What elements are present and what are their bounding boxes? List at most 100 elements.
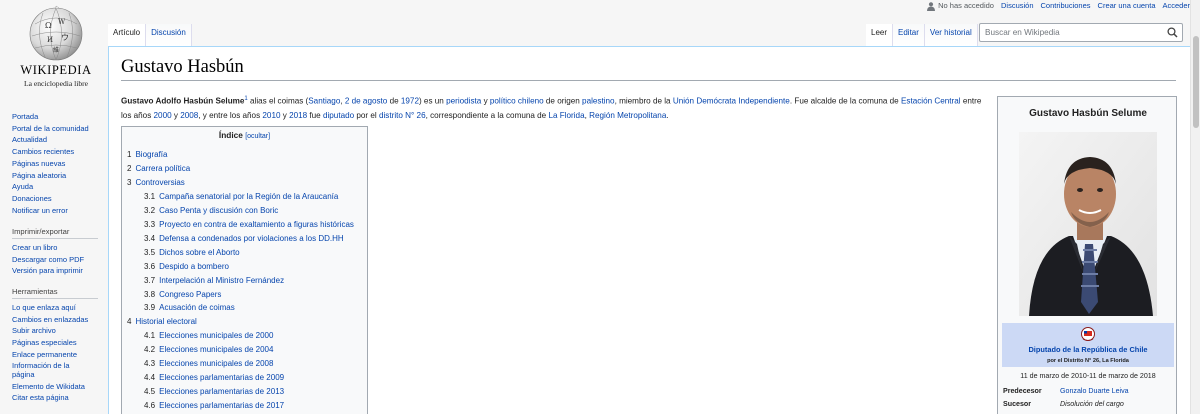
toc-item-link[interactable]: Controversias xyxy=(135,178,184,187)
toc-item-link[interactable]: Elecciones parlamentarias de 2009 xyxy=(159,373,284,382)
toc-item-link[interactable]: Elecciones municipales de 2004 xyxy=(159,345,273,354)
link-estacion-central[interactable]: Estación Central xyxy=(901,97,961,106)
link-la-florida[interactable]: La Florida xyxy=(548,111,584,120)
nav-item-paginas-nuevas[interactable]: Páginas nuevas xyxy=(12,158,108,170)
link-2000[interactable]: 2000 xyxy=(154,111,172,120)
toc-item-link[interactable]: Despido a bombero xyxy=(159,262,229,271)
wikipedia-logo[interactable]: Ω W И ウ 維 WIKIPEDIA La enciclopedia libr… xyxy=(12,2,100,94)
toc-item-link[interactable]: Biografía xyxy=(135,150,167,159)
view-tabs: Leer Editar Ver historial xyxy=(866,24,978,46)
personal-discussion-link[interactable]: Discusión xyxy=(1001,1,1034,11)
link-2010[interactable]: 2010 xyxy=(262,111,280,120)
toc-item-link[interactable]: Dichos sobre el Aborto xyxy=(159,248,240,257)
toc-item[interactable]: 3.4 Defensa a condenados por violaciones … xyxy=(127,232,362,246)
link-santiago[interactable]: Santiago xyxy=(308,97,340,106)
link-1972[interactable]: 1972 xyxy=(401,97,419,106)
link-udi[interactable]: Unión Demócrata Independiente xyxy=(673,97,790,106)
tool-item-cambios-enlazadas[interactable]: Cambios en enlazadas xyxy=(12,314,108,326)
toc-item[interactable]: 3.6 Despido a bombero xyxy=(127,260,362,274)
tool-item-paginas-especiales[interactable]: Páginas especiales xyxy=(12,337,108,349)
toc-item[interactable]: 4.4 Elecciones parlamentarias de 2009 xyxy=(127,371,362,385)
toc-item-link[interactable]: Elecciones municipales de 2000 xyxy=(159,331,273,340)
nav-item-notificar-error[interactable]: Notificar un error xyxy=(12,205,108,217)
link-palestino[interactable]: palestino xyxy=(582,97,615,106)
toc-item-link[interactable]: Caso Penta y discusión con Boric xyxy=(159,206,278,215)
toc-item[interactable]: 4.2 Elecciones municipales de 2004 xyxy=(127,343,362,357)
link-region-metropolitana[interactable]: Región Metropolitana xyxy=(589,111,666,120)
toc-item[interactable]: 4.6 Elecciones parlamentarias de 2017 xyxy=(127,399,362,413)
toc-item[interactable]: 2 Carrera política xyxy=(127,162,362,176)
create-account-link[interactable]: Crear una cuenta xyxy=(1098,1,1156,11)
toc-item-link[interactable]: Historial electoral xyxy=(135,317,196,326)
tool-item-enlace-permanente[interactable]: Enlace permanente xyxy=(12,349,108,361)
toc-item[interactable]: 4.5 Elecciones parlamentarias de 2013 xyxy=(127,385,362,399)
toc-item[interactable]: 3.2 Caso Penta y discusión con Boric xyxy=(127,204,362,218)
link-periodista[interactable]: periodista xyxy=(446,97,481,106)
toc-item-link[interactable]: Elecciones parlamentarias de 2017 xyxy=(159,401,284,410)
nav-item-ayuda[interactable]: Ayuda xyxy=(12,181,108,193)
link-2018[interactable]: 2018 xyxy=(289,111,307,120)
tool-item-informacion-pagina[interactable]: Información de la página xyxy=(12,361,82,379)
lead-text: , miembro de la xyxy=(614,96,673,106)
toc-toggle-button[interactable]: [ocultar] xyxy=(245,133,270,140)
tab-article[interactable]: Artículo xyxy=(108,24,147,46)
toc-item[interactable]: 3.5 Dichos sobre el Aborto xyxy=(127,246,362,260)
toc-item-link[interactable]: Congreso Papers xyxy=(159,290,221,299)
toc-item-link[interactable]: Elecciones municipales de 2008 xyxy=(159,359,273,368)
nav-item-donaciones[interactable]: Donaciones xyxy=(12,193,108,205)
print-item-version-imprimir[interactable]: Versión para imprimir xyxy=(12,265,108,277)
link-2008[interactable]: 2008 xyxy=(180,111,198,120)
toc-item-link[interactable]: Proyecto en contra de exaltamiento a fig… xyxy=(159,220,354,229)
tab-history[interactable]: Ver historial xyxy=(924,24,978,46)
toc-item[interactable]: 3.8 Congreso Papers xyxy=(127,288,362,302)
lead-text: . Fue alcalde de la comuna de xyxy=(789,96,901,106)
tab-read[interactable]: Leer xyxy=(866,24,894,46)
print-item-crear-libro[interactable]: Crear un libro xyxy=(12,242,108,254)
toc-item[interactable]: 3.3 Proyecto en contra de exaltamiento a … xyxy=(127,218,362,232)
nav-item-cambios-recientes[interactable]: Cambios recientes xyxy=(12,146,108,158)
tool-item-lo-que-enlaza[interactable]: Lo que enlaza aquí xyxy=(12,302,108,314)
toc-item-link[interactable]: Interpelación al Ministro Fernández xyxy=(159,276,284,285)
link-politico-chileno[interactable]: político chileno xyxy=(490,97,544,106)
toc-item[interactable]: 4 Historial electoral xyxy=(127,315,362,329)
link-distrito-26[interactable]: distrito N° 26 xyxy=(379,111,426,120)
toc-header: Índice [ocultar] xyxy=(127,130,362,144)
nav-item-pagina-aleatoria[interactable]: Página aleatoria xyxy=(12,170,108,182)
nav-item-portada[interactable]: Portada xyxy=(12,111,108,123)
nav-item-actualidad[interactable]: Actualidad xyxy=(12,134,108,146)
link-diputado[interactable]: diputado xyxy=(323,111,354,120)
toc-item[interactable]: 3 Controversias xyxy=(127,176,362,190)
lead-text: alias el coimas ( xyxy=(247,96,309,106)
toc-item[interactable]: 4.3 Elecciones municipales de 2008 xyxy=(127,357,362,371)
tab-edit[interactable]: Editar xyxy=(893,24,925,46)
toc-item[interactable]: 3.9 Acusación de coimas xyxy=(127,301,362,315)
toc-item-link[interactable]: Carrera política xyxy=(135,164,190,173)
office-title[interactable]: Diputado de la República de Chile xyxy=(1002,345,1174,354)
toc-item[interactable]: 3.1 Campaña senatorial por la Región de l… xyxy=(127,190,362,204)
print-item-descargar-pdf[interactable]: Descargar como PDF xyxy=(12,254,108,266)
tab-discussion[interactable]: Discusión xyxy=(146,24,192,46)
search-input[interactable] xyxy=(980,24,1160,41)
portrait-photo[interactable] xyxy=(1019,132,1157,316)
toc-item[interactable]: 3.7 Interpelación al Ministro Fernández xyxy=(127,274,362,288)
print-export-heading[interactable]: Imprimir/exportar xyxy=(12,227,98,239)
nav-item-portal-comunidad[interactable]: Portal de la comunidad xyxy=(12,123,108,135)
tool-item-elemento-wikidata[interactable]: Elemento de Wikidata xyxy=(12,381,108,393)
toc-item[interactable]: 4.1 Elecciones municipales de 2000 xyxy=(127,329,362,343)
toc-item-link[interactable]: Campaña senatorial por la Región de la A… xyxy=(159,192,338,201)
login-link[interactable]: Acceder xyxy=(1162,1,1190,11)
tool-item-subir-archivo[interactable]: Subir archivo xyxy=(12,325,108,337)
toc-item-link[interactable]: Elecciones parlamentarias de 2013 xyxy=(159,387,284,396)
toc-item-link[interactable]: Acusación de coimas xyxy=(159,303,235,312)
personal-contributions-link[interactable]: Contribuciones xyxy=(1041,1,1091,11)
tool-item-citar-pagina[interactable]: Citar esta página xyxy=(12,392,108,404)
scrollbar-thumb[interactable] xyxy=(1193,36,1199,128)
toc-item[interactable]: 1 Biografía xyxy=(127,148,362,162)
toc-item-number: 3.4 xyxy=(144,233,156,243)
link-date[interactable]: 2 de agosto xyxy=(345,97,387,106)
search-icon[interactable] xyxy=(1167,27,1178,38)
predecessor-link[interactable]: Gonzalo Duarte Leiva xyxy=(1060,387,1129,395)
toc-item-link[interactable]: Defensa a condenados por violaciones a l… xyxy=(159,234,344,243)
page-scrollbar[interactable] xyxy=(1190,0,1200,414)
tools-heading[interactable]: Herramientas xyxy=(12,287,98,299)
